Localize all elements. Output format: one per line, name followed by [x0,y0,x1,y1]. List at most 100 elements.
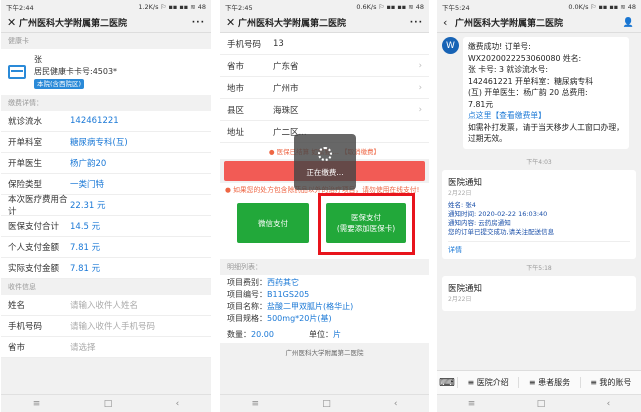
fee-value: 7.81 元 [70,243,101,253]
menu-my-account[interactable]: ≡ 我的账号 [579,377,641,388]
address-field[interactable]: 省市 广东省 › [220,55,429,77]
field-value: 广东省 [273,61,299,72]
fee-label: 个人支付金额 [8,243,60,253]
fee-label: 就诊流水 [8,117,43,127]
fee-row: 保险类型 一类门特 [1,174,211,195]
menu-nav-icon[interactable]: ≡ [33,399,41,409]
detail-row: 项目费别：西药其它 [227,277,422,289]
page-title: 广州医科大学附属第二医院 [19,19,128,29]
spinner-icon [318,146,332,161]
footer-text: 广州医科大学附属第二医院 [220,343,429,361]
fee-value: 杨广韵20 [70,159,107,169]
status-icons: 0.0K/s ⚐ ▪▪ ▪▪ ≋ 48 [568,2,636,11]
message-line: 缴费成功! 订单号: [468,42,531,51]
field-value: 13 [273,38,284,49]
field-label: 省市 [227,61,245,72]
bottom-menu: ⌨ ≡ 医院介绍 ≡ 患者服务 ≡ 我的账号 [437,370,641,394]
recipient-field[interactable]: 省市 请选择 [1,337,211,358]
menu-hospital-intro[interactable]: ≡ 医院介绍 [457,377,518,388]
notice-card[interactable]: 医院通知 2月22日 姓名: 张4 通知时间: 2020-02-22 16:03:… [442,169,636,259]
quantity-value: 20.00 [251,330,274,339]
more-icon[interactable]: ··· [410,18,423,28]
home-nav-icon[interactable]: □ [537,399,546,409]
card-number: 居民健康卡卡号:4503* [34,67,118,76]
keyboard-icon[interactable]: ⌨ [437,376,457,389]
field-value: 广州市 [273,83,299,94]
fee-row: 实际支付金额 7.81 元 [1,258,211,279]
fee-value: 糖尿病专科(互) [70,138,128,148]
detail-value: 盐酸二甲双胍片(格华止) [267,302,354,311]
fee-label: 开单科室 [8,138,43,148]
status-time: 下午2:44 [6,3,34,12]
status-bar: 下午2:44 1.2K/s ⚐ ▪▪ ▪▪ ≋ 48 [1,0,211,13]
home-nav-icon[interactable]: □ [104,399,113,409]
fee-detail-list: 就诊流水 142461221 开单科室 糖尿病专科(互) 开单医生 杨广韵20 保险类型 一类… [1,111,211,279]
card-badge: 本院(含西院区) [34,79,85,89]
field-placeholder[interactable]: 请选择 [70,341,96,353]
title-bar: ✕ 广州医科大学附属第二医院 ··· [1,13,211,33]
page-title: 广州医科大学附属第二医院 [238,19,347,29]
menu-patient-service[interactable]: ≡ 患者服务 [518,377,579,388]
home-nav-icon[interactable]: □ [322,399,331,409]
detail-value: B11GS205 [267,290,310,299]
notice-line: 通知时间: 2020-02-22 16:03:40 [448,209,548,218]
item-detail-list: 项目费别：西药其它 项目编号：B11GS205 项目名称：盐酸二甲双胍片(格华止) 项… [220,275,429,327]
fee-value: 14.5 元 [70,222,101,232]
notice-title: 医院通知 [448,177,483,188]
back-nav-icon[interactable]: ‹ [394,399,398,409]
page-title: 广州医科大学附属第二医院 [455,19,564,29]
notice-line: 您的订单已提交成功,请关注配送信息 [448,227,555,236]
back-nav-icon[interactable]: ‹ [607,399,611,409]
fee-label: 实际支付金额 [8,264,60,274]
detail-row: 项目编号：B11GS205 [227,289,422,301]
notice-date: 2月22日 [448,189,472,197]
message-line: 张 卡号: 3 就诊流水号: [468,65,549,74]
close-icon[interactable]: ✕ [7,16,19,29]
phone-screen-1: 下午2:44 1.2K/s ⚐ ▪▪ ▪▪ ≋ 48 ✕ 广州医科大学附属第二医… [1,0,211,412]
section-header-fee: 缴费详情： [1,95,211,111]
profile-icon[interactable]: 👤 [623,18,635,28]
card-holder-name: 张 [34,55,42,64]
message-tail: 如需补打发票，请于当天移步人工窗口办理，过期无效。 [468,122,624,144]
health-card[interactable]: 张 居民健康卡卡号:4503* 本院(含西院区) [1,49,211,95]
fee-label: 医保支付合计 [8,222,60,232]
status-time: 下午5:24 [442,3,470,12]
address-field[interactable]: 手机号码 13 [220,33,429,55]
detail-value: 500mg*20片(基) [267,314,332,323]
menu-nav-icon[interactable]: ≡ [468,399,476,409]
view-bill-link[interactable]: 点这里【查看缴费单】 [468,110,624,122]
section-header-recipient: 收件信息 [1,279,211,295]
more-icon[interactable]: ··· [192,18,205,28]
highlight-box [318,193,415,255]
message-line: 7.81元 [468,99,494,109]
fee-row: 医保支付合计 14.5 元 [1,216,211,237]
chevron-right-icon: › [418,82,422,93]
detail-row: 项目规格：500mg*20片(基) [227,313,422,325]
system-nav-bar: ≡ □ ‹ [1,394,211,412]
address-field[interactable]: 地市 广州市 › [220,77,429,99]
field-placeholder[interactable]: 请输入收件人姓名 [70,299,138,311]
back-arrow-icon[interactable]: ‹ [443,16,455,29]
fee-row: 本次医疗费用合计 22.31 元 [1,195,211,217]
detail-key: 项目编号： [227,290,267,299]
address-field[interactable]: 县区 海珠区 › [220,99,429,121]
close-icon[interactable]: ✕ [226,16,238,29]
field-label: 县区 [227,105,245,116]
recipient-field[interactable]: 姓名 请输入收件人姓名 [1,295,211,316]
notice-details-link[interactable]: 详情 [448,240,630,255]
menu-nav-icon[interactable]: ≡ [252,399,260,409]
payment-options: 微信支付 医保支付 (需要添加医保卡) [220,193,429,259]
section-header-card: 健康卡 [1,33,211,49]
fee-label: 本次医疗费用合计 [8,195,68,217]
back-nav-icon[interactable]: ‹ [176,399,180,409]
field-placeholder[interactable]: 请输入收件人手机号码 [70,320,155,332]
loading-overlay: 正在缴费... [294,134,356,190]
card-icon [8,65,26,79]
recipient-field[interactable]: 手机号码 请输入收件人手机号码 [1,316,211,337]
wechat-pay-button[interactable]: 微信支付 [237,203,309,243]
system-nav-bar: ≡ □ ‹ [220,394,429,412]
notice-card[interactable]: 医院通知 2月22日 [442,275,636,311]
fee-value: 22.31 元 [70,201,106,211]
detail-row: 项目名称：盐酸二甲双胍片(格华止) [227,301,422,313]
fee-label: 开单医生 [8,159,43,169]
